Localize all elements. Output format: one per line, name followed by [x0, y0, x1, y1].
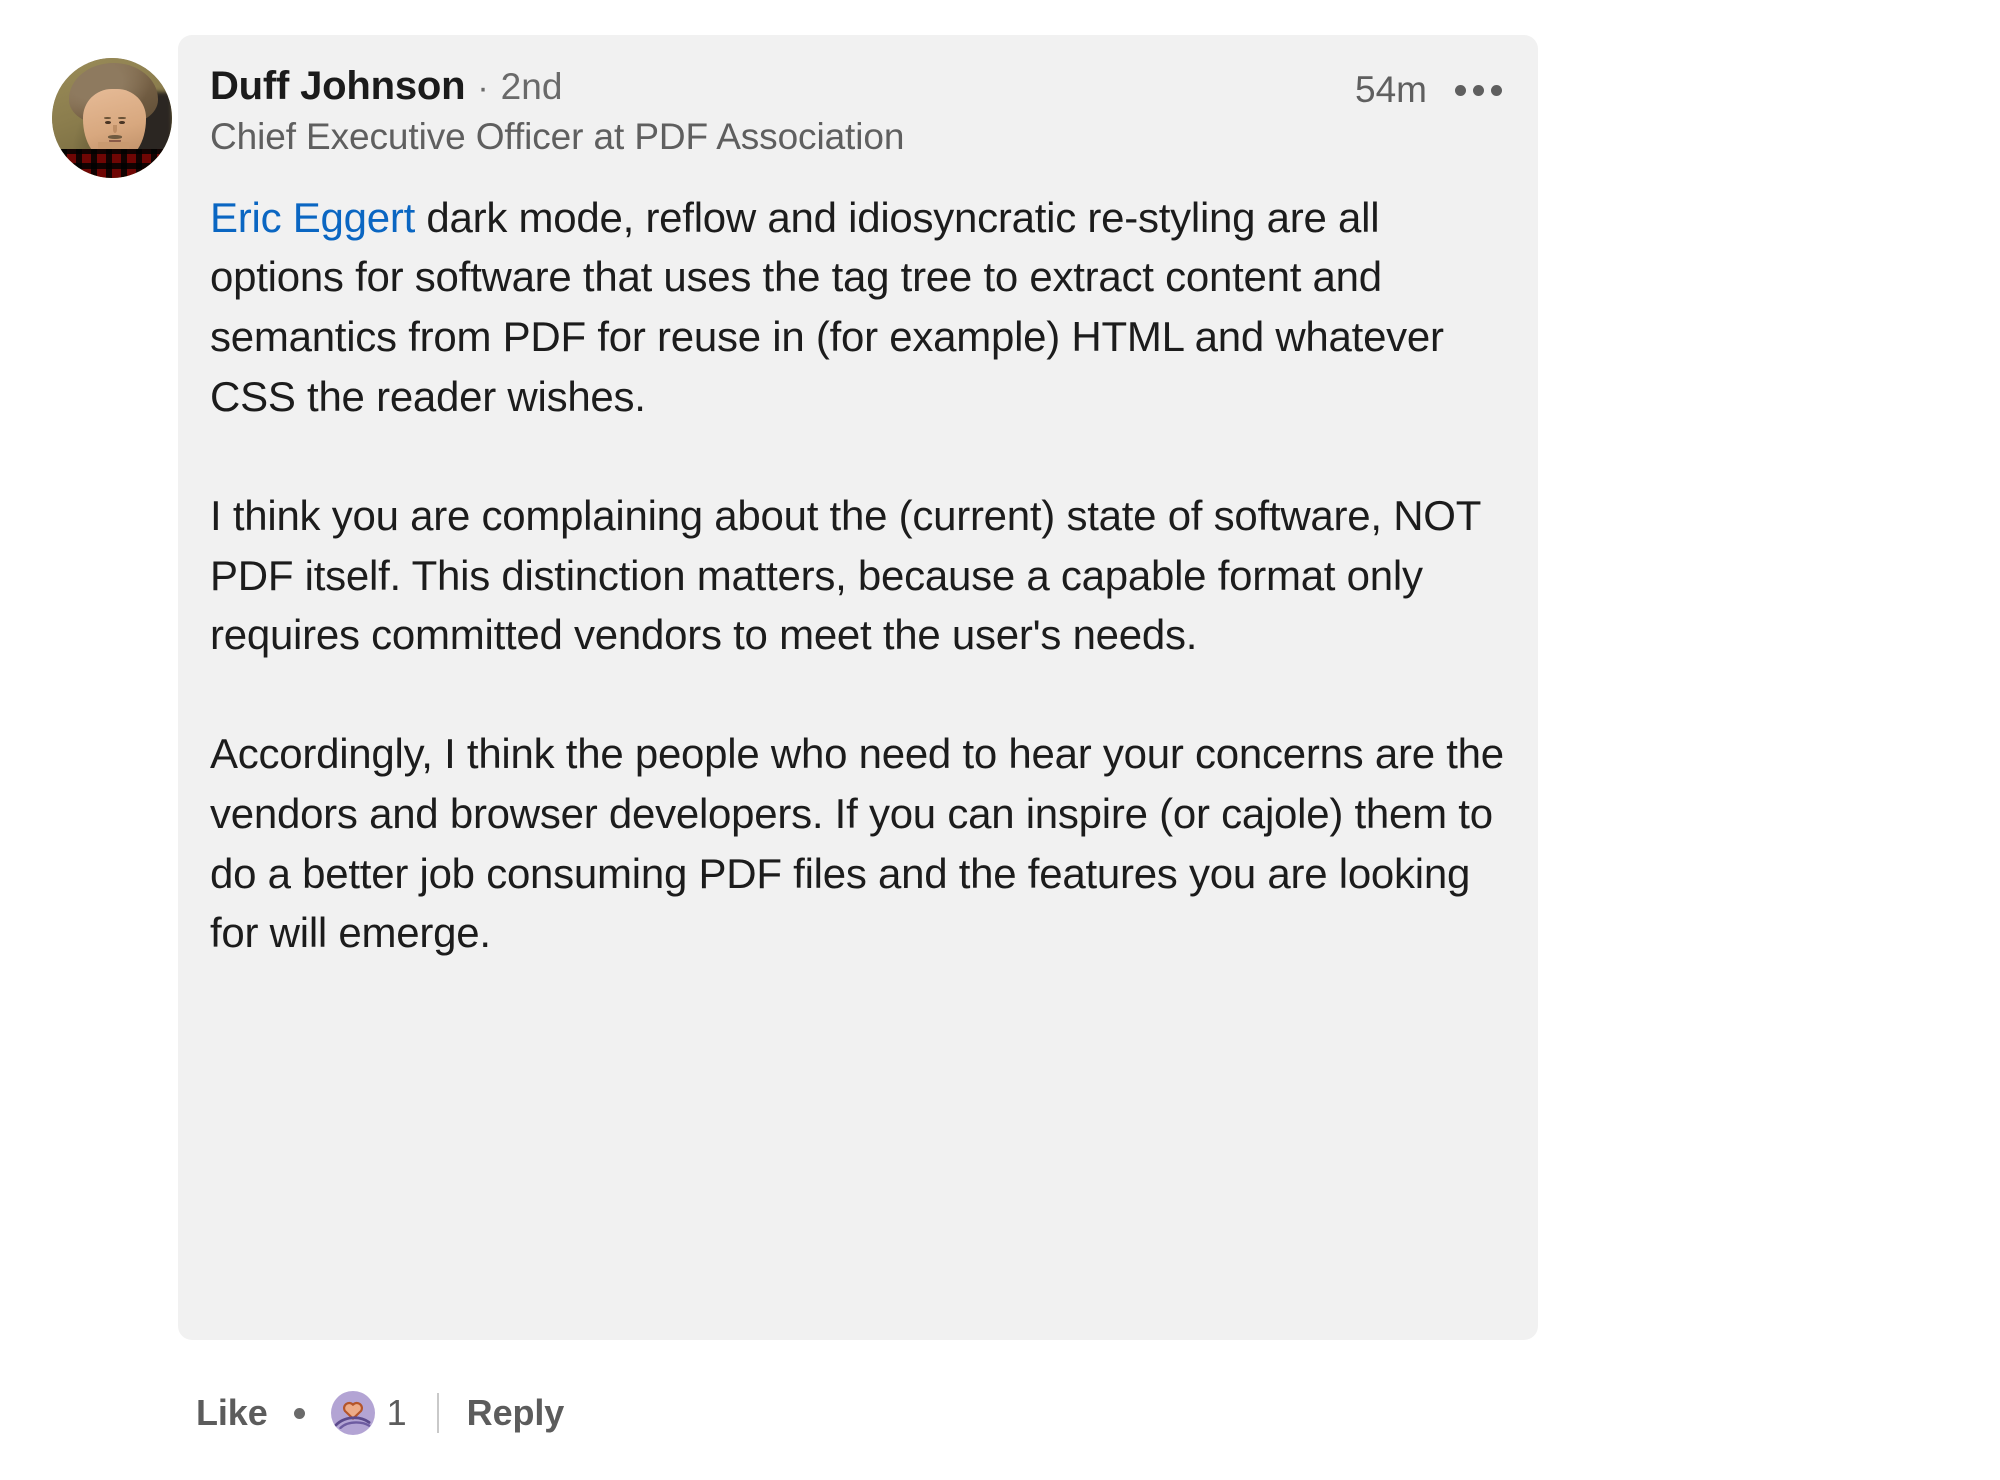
hand-icon	[334, 1414, 371, 1429]
author-headline: Chief Executive Officer at PDF Associati…	[210, 116, 905, 158]
reaction-count: 1	[386, 1392, 407, 1433]
author-line: Duff Johnson · 2nd	[210, 63, 1504, 109]
comment-paragraph-3: Accordingly, I think the people who need…	[210, 730, 1504, 957]
more-options-icon[interactable]	[1453, 79, 1504, 102]
avatar-plaid-shirt	[52, 149, 172, 178]
support-reaction-icon	[330, 1391, 375, 1435]
comment-text: Eric Eggert dark mode, reflow and idiosy…	[210, 188, 1504, 963]
avatar-eye-right	[119, 120, 125, 124]
more-dot-1	[1455, 84, 1466, 96]
action-divider	[436, 1393, 439, 1433]
comment-action-bar: Like 1 Reply	[196, 1385, 564, 1441]
mention-link[interactable]: Eric Eggert	[210, 194, 415, 241]
author-name[interactable]: Duff Johnson	[210, 63, 466, 109]
avatar-eye-left	[105, 120, 111, 124]
comment-header: Duff Johnson · 2nd Chief Executive Offic…	[210, 63, 1504, 160]
timestamp: 54m	[1355, 69, 1427, 110]
avatar-photo	[52, 58, 172, 178]
action-separator-dot	[293, 1407, 305, 1419]
more-dot-3	[1491, 84, 1502, 96]
avatar[interactable]	[52, 58, 172, 178]
comment-paragraph-1: Eric Eggert dark mode, reflow and idiosy…	[210, 188, 1504, 427]
avatar-mustache	[107, 135, 123, 139]
linkedin-comment: Duff Johnson · 2nd Chief Executive Offic…	[0, 0, 2000, 1480]
author-separator: ·	[477, 69, 489, 107]
comment-paragraph-2: I think you are complaining about the (c…	[210, 491, 1481, 659]
comment-meta: 54m	[1355, 69, 1504, 111]
avatar-brow-right	[118, 117, 126, 120]
more-dot-2	[1473, 84, 1484, 96]
avatar-nose	[112, 125, 117, 134]
connection-degree: 2nd	[500, 66, 563, 107]
comment-card: Duff Johnson · 2nd Chief Executive Offic…	[178, 35, 1538, 1340]
reaction-summary[interactable]: 1	[330, 1391, 407, 1435]
reply-button[interactable]: Reply	[467, 1392, 565, 1434]
like-button[interactable]: Like	[196, 1392, 268, 1434]
avatar-brow-left	[103, 117, 112, 120]
